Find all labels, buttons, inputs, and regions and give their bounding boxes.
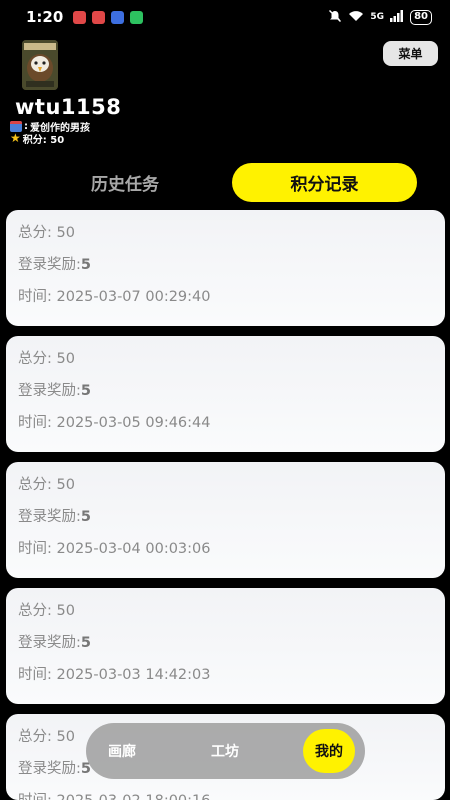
record-reward-value: 5 — [80, 383, 91, 399]
record-time: 时间: 2025-03-05 09:46:44 — [18, 415, 211, 431]
tab-points-record[interactable]: 积分记录 — [232, 163, 417, 202]
notification-app-icon — [73, 10, 87, 24]
bottom-nav: 画廊 工坊 我的 — [86, 723, 365, 779]
record-reward-value: 5 — [80, 509, 91, 525]
record-reward-value: 5 — [80, 635, 91, 651]
network-type: 5G — [370, 12, 385, 22]
star-icon: ★ — [10, 131, 21, 145]
record-reward-label: 登录奖励: — [18, 383, 81, 399]
nav-workshop[interactable]: 工坊 — [197, 723, 253, 779]
menu-button[interactable]: 菜单 — [383, 41, 438, 66]
record-time: 时间: 2025-03-07 00:29:40 — [18, 289, 211, 305]
battery-indicator: 80 — [410, 9, 432, 25]
record-reward: 登录奖励:5 — [18, 380, 433, 412]
record-total: 总分: 50 — [18, 603, 75, 619]
record-total: 总分: 50 — [18, 351, 75, 367]
points-line: ★ 积分: 50 — [10, 131, 64, 146]
record-reward: 登录奖励:5 — [18, 506, 433, 538]
record-card: 总分: 50 登录奖励:5 时间: 2025-03-05 09:46:44 — [6, 336, 445, 452]
wechat-icon — [130, 10, 144, 24]
record-time: 时间: 2025-03-04 00:03:06 — [18, 541, 211, 557]
nav-gallery[interactable]: 画廊 — [94, 723, 150, 779]
record-card: 总分: 50 登录奖励:5 时间: 2025-03-07 00:29:40 — [6, 210, 445, 326]
points-text: 积分: 50 — [22, 135, 65, 146]
record-reward-label: 登录奖励: — [18, 257, 81, 273]
record-time: 时间: 2025-03-02 18:00:16 — [18, 790, 433, 800]
record-card: 总分: 50 登录奖励:5 时间: 2025-03-03 14:42:03 — [6, 588, 445, 704]
avatar[interactable] — [22, 40, 58, 90]
record-reward-label: 登录奖励: — [18, 635, 81, 651]
record-card: 总分: 50 登录奖励:5 时间: 2025-03-04 00:03:06 — [6, 462, 445, 578]
mute-icon — [328, 9, 342, 26]
wifi-icon — [348, 10, 364, 25]
record-reward-label: 登录奖励: — [18, 761, 81, 777]
status-time: 1:20 — [26, 8, 64, 26]
record-reward-value: 5 — [80, 257, 91, 273]
notification-app-icon — [111, 10, 125, 24]
signal-icon — [390, 9, 404, 25]
tab-history-tasks[interactable]: 历史任务 — [60, 163, 190, 201]
status-bar: 1:20 5G 80 — [0, 0, 450, 34]
record-total: 总分: 50 — [18, 225, 75, 241]
record-total: 总分: 50 — [18, 477, 75, 493]
status-left: 1:20 — [26, 8, 144, 26]
eagle-avatar-icon — [22, 40, 58, 90]
record-reward: 登录奖励:5 — [18, 254, 433, 286]
nav-mine[interactable]: 我的 — [303, 729, 355, 773]
record-reward-label: 登录奖励: — [18, 509, 81, 525]
record-reward: 登录奖励:5 — [18, 632, 433, 664]
notification-app-icon — [92, 10, 106, 24]
username: wtu1158 — [15, 95, 122, 119]
status-right: 5G 80 — [328, 9, 432, 26]
record-time: 时间: 2025-03-03 14:42:03 — [18, 667, 211, 683]
